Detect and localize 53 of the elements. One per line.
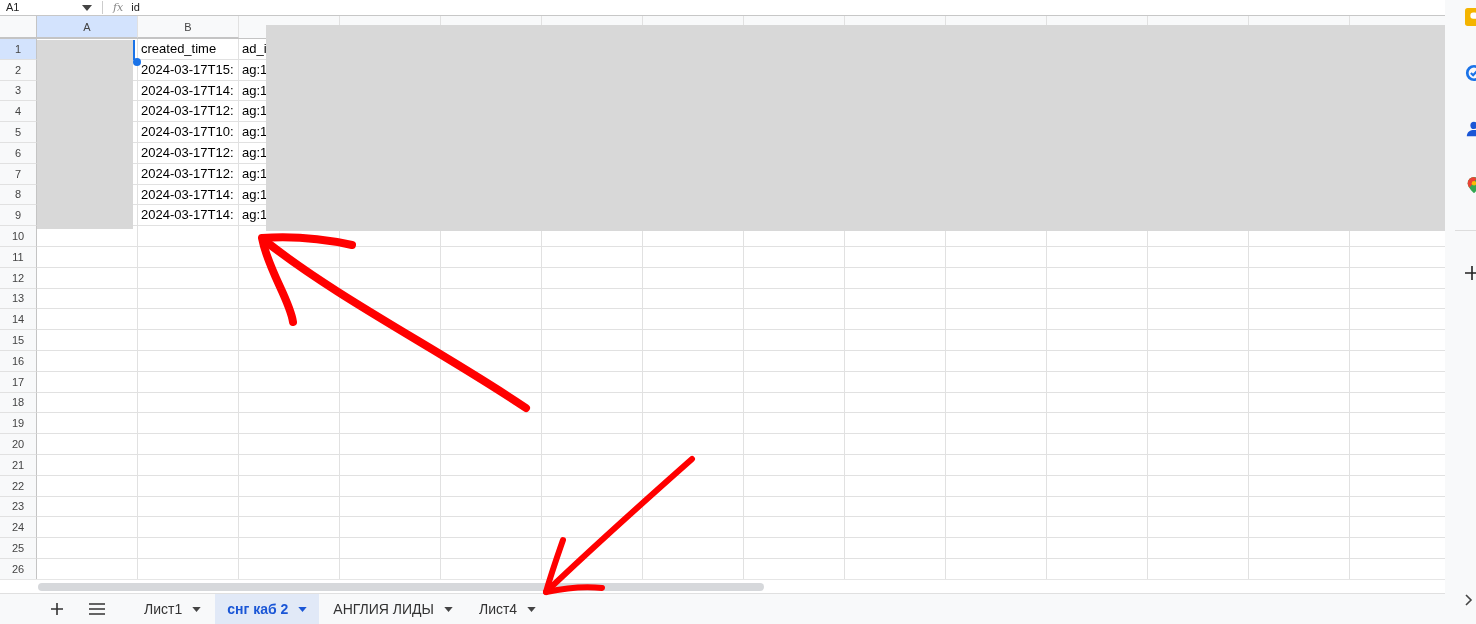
row-header[interactable]: 18 [0,392,37,414]
row-header[interactable]: 3 [0,80,37,102]
caret-icon[interactable] [82,4,92,11]
row-header[interactable]: 22 [0,475,37,497]
table-cell: 2024-03-17T14: [138,205,239,227]
row-header[interactable]: 4 [0,101,37,123]
row-header[interactable]: 10 [0,226,37,247]
table-cell: 2024-03-17T12: [138,101,239,123]
scrollbar-thumb[interactable] [38,583,764,591]
row-header[interactable]: 12 [0,267,37,289]
row-header[interactable]: 14 [0,309,37,331]
row-header[interactable]: 11 [0,246,37,268]
chevron-icon[interactable] [1465,594,1473,606]
sheet-tab[interactable]: АНГЛИЯ ЛИДЫ [321,594,465,624]
table-cell: 2024-03-17T12: [138,143,239,164]
formula-field[interactable]: id [131,1,140,14]
row-header[interactable]: 17 [0,371,37,393]
row-header[interactable]: 25 [0,538,37,559]
row-header[interactable]: 8 [0,184,37,206]
row-header[interactable]: 7 [0,163,37,185]
row-header[interactable]: 1 [0,39,37,60]
row-header[interactable]: 6 [0,143,37,164]
sheet-tab[interactable]: снг каб 2 [215,594,320,624]
selection-handle[interactable] [133,58,141,66]
caret-icon[interactable] [527,606,537,612]
caret-icon[interactable] [443,606,453,612]
row-header[interactable]: 20 [0,434,37,455]
row-header[interactable]: 19 [0,413,37,435]
caret-icon[interactable] [298,606,308,612]
row-header[interactable]: 21 [0,454,37,476]
column-header[interactable]: A [37,16,138,38]
row-header[interactable]: 5 [0,122,37,143]
table-cell: 2024-03-17T10: [138,122,239,143]
row-header[interactable]: 23 [0,496,37,518]
row-header[interactable]: 13 [0,288,37,310]
cell-reference[interactable]: A1 [0,1,82,14]
function-label: fx [102,1,132,14]
add-icon[interactable] [1465,266,1476,280]
selection-border [133,40,135,60]
add-icon[interactable] [51,603,63,615]
sheet-tab[interactable]: Лист4 [466,594,549,624]
table-cell: 2024-03-17T14: [138,80,239,102]
row-header[interactable]: 15 [0,330,37,351]
menu-icon[interactable] [89,603,105,615]
row-header[interactable]: 16 [0,350,37,372]
row-header[interactable]: 26 [0,558,37,579]
sheet-tab[interactable]: Лист1 [132,594,214,624]
caret-icon[interactable] [192,606,202,612]
table-cell: 2024-03-17T14: [138,184,239,206]
table-cell: 2024-03-17T12: [138,163,239,185]
row-header[interactable]: 9 [0,205,37,227]
row-header[interactable]: 24 [0,517,37,539]
row-header[interactable]: 2 [0,59,37,81]
